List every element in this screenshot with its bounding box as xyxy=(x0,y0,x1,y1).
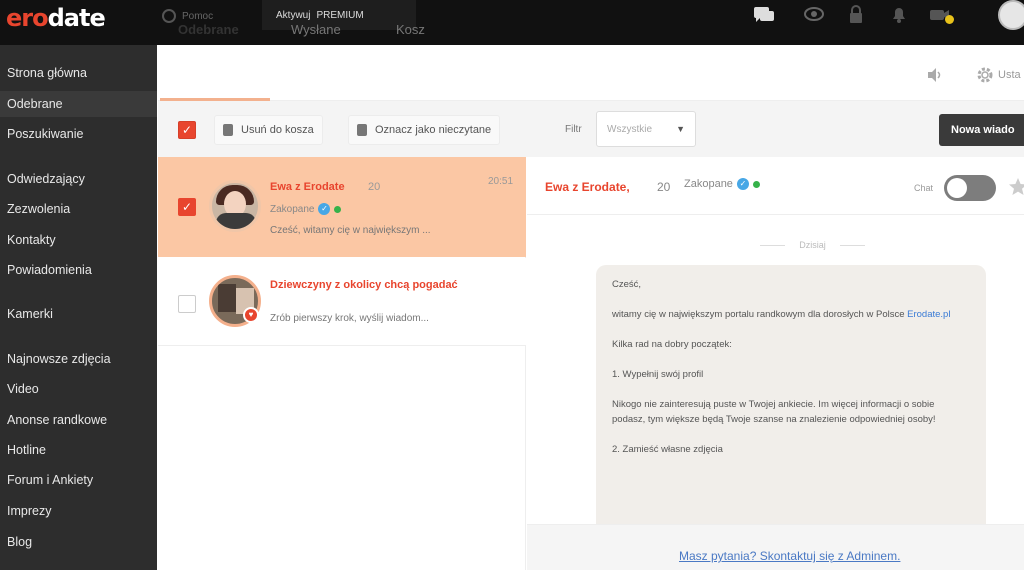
bell-icon[interactable] xyxy=(888,5,910,23)
online-status-icon xyxy=(334,205,342,213)
sidebar-item-notifications[interactable]: Powiadomienia xyxy=(0,257,157,283)
conversation-city: Zakopane ✓ xyxy=(684,178,760,190)
select-all-checkbox[interactable]: ✓ xyxy=(178,121,196,139)
divider xyxy=(840,245,865,246)
logo-ero: ero xyxy=(6,4,49,32)
message-welcome: witamy cię w największym portalu randkow… xyxy=(612,307,970,322)
sender-name[interactable]: Ewa z Erodate xyxy=(270,181,345,193)
sidebar-item-blog[interactable]: Blog xyxy=(0,529,157,555)
chevron-down-icon: ▼ xyxy=(676,124,685,134)
sidebar-item-cams[interactable]: Kamerki xyxy=(0,301,157,327)
message-bubble: Cześć, witamy cię w największym portalu … xyxy=(596,265,986,535)
message-time: 20:51 xyxy=(488,176,514,187)
sidebar-item-permissions[interactable]: Zezwolenia xyxy=(0,196,157,222)
sidebar-item-home[interactable]: Strona główna xyxy=(0,60,157,86)
sidebar-item-search[interactable]: Poszukiwanie xyxy=(0,121,157,147)
delete-label: Usuń do kosza xyxy=(241,124,314,136)
help-icon xyxy=(162,9,176,23)
toggle-knob xyxy=(947,178,967,198)
contact-admin-link[interactable]: Masz pytania? Skontaktuj się z Adminem. xyxy=(679,549,900,563)
gear-icon[interactable] xyxy=(975,65,995,85)
mark-unread-button[interactable]: Oznacz jako nieczytane xyxy=(348,115,501,145)
conversation-age: 20 xyxy=(657,180,671,194)
camera-badge xyxy=(945,15,954,24)
activate-label: Aktywuj xyxy=(276,9,311,21)
trash-icon xyxy=(223,124,233,136)
message-preview: Zrób pierwszy krok, wyślij wiadom... xyxy=(270,313,429,324)
verified-icon: ✓ xyxy=(736,178,749,190)
conversation-name[interactable]: Ewa z Erodate, xyxy=(545,180,630,194)
sender-age: 20 xyxy=(368,181,381,193)
sender-city: Zakopane ✓ xyxy=(270,203,342,215)
heart-badge-icon: ♥ xyxy=(243,307,259,323)
sidebar-item-forum[interactable]: Forum i Ankiety xyxy=(0,467,157,493)
conversation-city-label: Zakopane xyxy=(684,178,733,190)
message-preview: Cześć, witamy cię w największym ... xyxy=(270,225,431,236)
sidebar-item-hotline[interactable]: Hotline xyxy=(0,437,157,463)
chat-toggle[interactable] xyxy=(944,175,996,201)
message-checkbox[interactable] xyxy=(178,295,196,313)
sidebar-item-events[interactable]: Imprezy xyxy=(0,498,157,524)
tab-trash[interactable]: Kosz xyxy=(396,22,425,37)
top-bar xyxy=(0,0,1024,45)
user-avatar[interactable] xyxy=(998,0,1024,30)
mark-unread-label: Oznacz jako nieczytane xyxy=(375,124,492,136)
day-separator: Dzisiaj xyxy=(799,240,826,250)
chat-icon[interactable] xyxy=(753,5,775,23)
tab-inbox[interactable]: Odebrane xyxy=(178,22,239,37)
conversation-footer xyxy=(527,524,1024,570)
filter-label: Filtr xyxy=(565,124,582,135)
message-step1-title: 1. Wypełnij swój profil xyxy=(612,369,704,380)
sidebar-item-video[interactable]: Video xyxy=(0,376,157,402)
sidebar-item-dating-ads[interactable]: Anonse randkowe xyxy=(0,407,157,433)
message-step2-title: 2. Zamieść własne zdjęcia xyxy=(612,444,723,455)
speaker-icon[interactable] xyxy=(925,66,943,84)
message-step1-text: Nikogo nie zainteresują puste w Twojej a… xyxy=(612,399,936,425)
sidebar-item-visitors[interactable]: Odwiedzający xyxy=(0,166,157,192)
message-welcome-text: witamy cię w największym portalu randkow… xyxy=(612,309,905,320)
tabs-bar xyxy=(158,45,1024,101)
message-greeting: Cześć, xyxy=(612,279,642,290)
premium-badge: PREMIUM xyxy=(316,9,364,21)
settings-label[interactable]: Usta xyxy=(998,69,1021,81)
online-status-icon xyxy=(752,180,760,188)
welcome-link[interactable]: Erodate.pl xyxy=(907,309,950,320)
sidebar-item-inbox[interactable]: Odebrane xyxy=(0,91,157,117)
delete-to-trash-button[interactable]: Usuń do kosza xyxy=(214,115,323,145)
sender-name[interactable]: Dziewczyny z okolicy chcą pogadać xyxy=(270,278,460,292)
logo[interactable]: erodate xyxy=(6,4,106,32)
eye-icon[interactable] xyxy=(803,5,825,23)
sender-city-label: Zakopane xyxy=(270,203,315,215)
filter-value: Wszystkie xyxy=(607,123,652,135)
envelope-icon xyxy=(357,124,367,136)
sidebar-item-contacts[interactable]: Kontakty xyxy=(0,227,157,253)
chat-toggle-label: Chat xyxy=(914,183,934,193)
logo-date: date xyxy=(47,4,106,32)
star-icon[interactable] xyxy=(1008,177,1024,197)
divider xyxy=(760,245,785,246)
help-label: Pomoc xyxy=(182,10,214,22)
message-intro: Kilka rad na dobry początek: xyxy=(612,339,732,350)
help-link[interactable]: Pomoc xyxy=(162,9,213,23)
tab-sent[interactable]: Wysłane xyxy=(291,22,341,37)
verified-icon: ✓ xyxy=(318,203,331,215)
message-checkbox[interactable]: ✓ xyxy=(178,198,196,216)
avatar[interactable] xyxy=(209,180,261,232)
lock-icon[interactable] xyxy=(845,5,867,23)
filter-select[interactable]: Wszystkie ▼ xyxy=(596,111,696,147)
new-message-button[interactable]: Nowa wiado xyxy=(939,114,1024,146)
sidebar-item-new-photos[interactable]: Najnowsze zdjęcia xyxy=(0,346,157,372)
